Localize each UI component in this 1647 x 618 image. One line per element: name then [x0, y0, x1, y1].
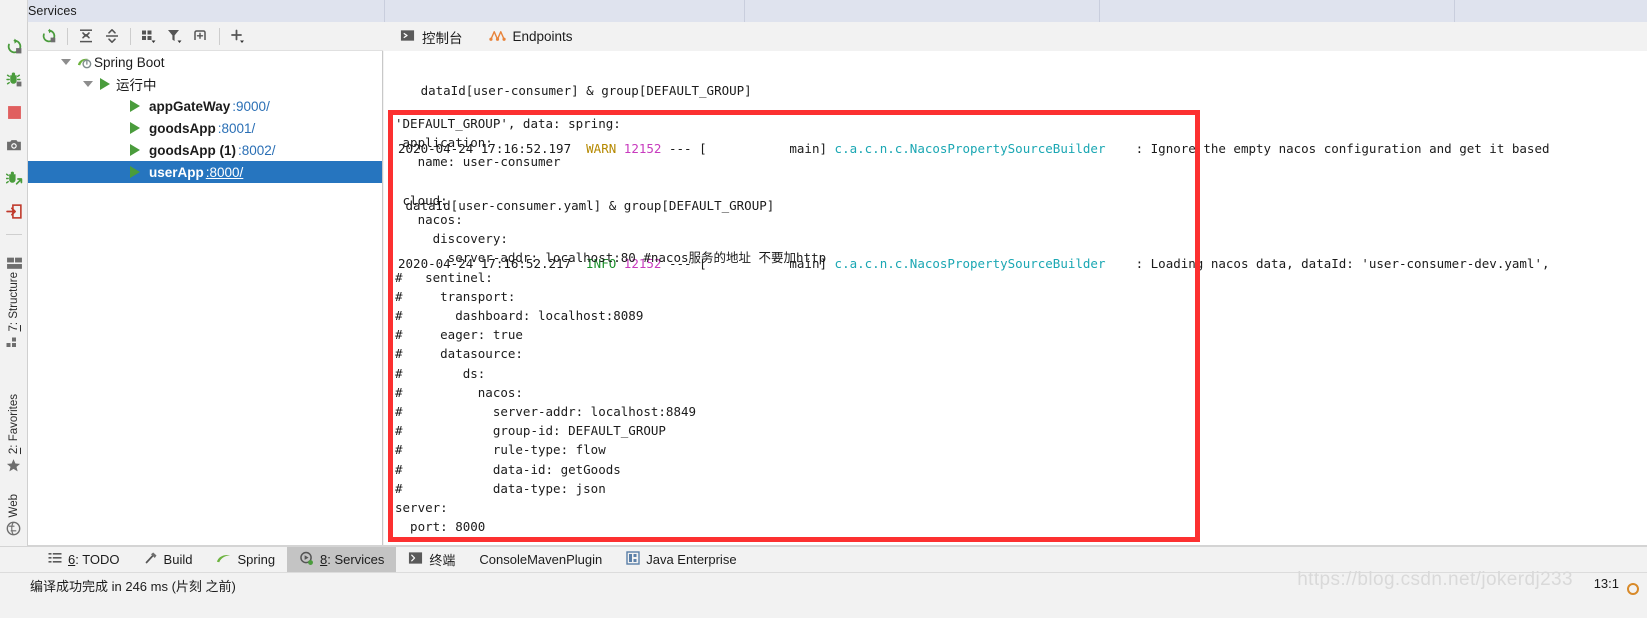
toolbar-separator-3	[219, 27, 220, 45]
camera-snapshot-icon[interactable]	[0, 129, 28, 162]
console-tab-strip: 控制台 Endpoints	[384, 22, 1647, 51]
debug-rerun-icon[interactable]	[0, 63, 28, 96]
tree-node-spring-boot-label: Spring Boot	[94, 54, 165, 70]
tab-spring-label: Spring	[237, 552, 276, 567]
notification-indicator-icon[interactable]	[1627, 583, 1639, 595]
toolbar-separator-2	[130, 27, 131, 45]
run-icon	[126, 100, 143, 112]
tree-node-running-group[interactable]: 运行中	[28, 73, 382, 95]
tab-services-label: 8: Services	[320, 552, 385, 567]
tab-spring[interactable]: Spring	[204, 547, 287, 572]
tab-endpoints[interactable]: Endpoints	[487, 26, 575, 48]
tab-java-enterprise-label: Java Enterprise	[646, 552, 737, 567]
service-name: goodsApp (1)	[149, 142, 236, 158]
run-icon	[126, 122, 143, 134]
filter-icon[interactable]	[162, 24, 188, 48]
run-icon	[126, 166, 143, 178]
tab-console-label: 控制台	[422, 30, 463, 46]
tool-window-header-strip: Services	[0, 0, 1647, 22]
chevron-down-icon[interactable]	[80, 73, 96, 95]
rerun-icon[interactable]	[0, 30, 28, 63]
collapse-all-icon[interactable]	[99, 24, 125, 48]
services-window-title: Services	[28, 4, 77, 18]
topstrip-cell-4	[1100, 0, 1455, 22]
sidebar-item-favorites-label: 2: Favorites	[8, 394, 20, 455]
build-hammer-icon	[144, 551, 158, 568]
chevron-down-icon[interactable]	[58, 51, 74, 73]
show-configurations-icon[interactable]	[188, 24, 214, 48]
jump-to-source-icon[interactable]	[0, 195, 28, 228]
star-icon	[6, 458, 22, 474]
ide-window: Services 7: Structure 2: Favorites Web S…	[0, 0, 1647, 618]
web-globe-icon	[6, 521, 22, 537]
tab-console-maven-plugin-label: ConsoleMavenPlugin	[479, 552, 603, 567]
service-name: userApp	[149, 164, 204, 180]
services-icon	[299, 551, 314, 569]
structure-icon	[6, 335, 22, 351]
group-by-icon[interactable]	[136, 24, 162, 48]
endpoints-icon	[488, 28, 506, 46]
run-icon	[126, 144, 143, 156]
tree-node-service-3[interactable]: userApp :8000/	[28, 161, 382, 183]
sidebar-item-web-label: Web	[8, 494, 20, 518]
tab-terminal-label: 终端	[429, 553, 456, 568]
topstrip-left-gutter	[0, 0, 28, 22]
tree-node-service-1[interactable]: goodsApp :8001/	[28, 117, 382, 139]
console-yaml-block: 'DEFAULT_GROUP', data: spring: applicati…	[395, 116, 827, 535]
status-message: 编译成功完成 in 246 ms (片刻 之前)	[30, 579, 236, 594]
services-tree[interactable]: Spring Boot 运行中 appGateWay :9000/ goodsA…	[28, 51, 383, 546]
sidebar-item-favorites[interactable]: 2: Favorites	[0, 392, 28, 477]
tab-todo[interactable]: 6: TODO	[36, 547, 132, 572]
console-icon	[400, 28, 415, 46]
icon-separator	[0, 234, 28, 248]
tab-build[interactable]: Build	[132, 547, 205, 572]
log-line: dataId[user-consumer] & group[DEFAULT_GR…	[398, 83, 752, 99]
services-toolbar	[28, 22, 383, 51]
sidebar-item-structure-label: 7: Structure	[8, 272, 20, 332]
left-tool-window-bar: 7: Structure 2: Favorites Web	[0, 22, 28, 618]
todo-icon	[48, 552, 62, 568]
service-port[interactable]: :8000/	[204, 165, 244, 180]
service-port[interactable]: :8001/	[216, 121, 256, 136]
services-window-tab[interactable]: Services	[0, 0, 385, 22]
rerun-icon[interactable]	[36, 24, 62, 48]
topstrip-cell-5	[1455, 0, 1647, 22]
stop-icon[interactable]	[0, 96, 28, 129]
services-run-controls	[0, 30, 28, 278]
watermark-text: https://blog.csdn.net/jokerdj233	[1297, 569, 1573, 590]
caret-position[interactable]: 13:1	[1594, 576, 1619, 591]
bottom-tool-window-bar: 6: TODO Build Spring 8: Services 终端 Cons…	[0, 546, 1647, 572]
tree-node-spring-boot[interactable]: Spring Boot	[28, 51, 382, 73]
run-icon	[96, 78, 113, 90]
topstrip-cell-3	[745, 0, 1100, 22]
tab-services[interactable]: 8: Services	[287, 547, 397, 572]
tree-node-service-0[interactable]: appGateWay :9000/	[28, 95, 382, 117]
service-port[interactable]: :8002/	[236, 143, 276, 158]
terminal-icon	[408, 551, 423, 568]
tab-console-maven-plugin[interactable]: ConsoleMavenPlugin	[467, 547, 614, 572]
tab-console[interactable]: 控制台	[398, 25, 465, 49]
tree-node-service-2[interactable]: goodsApp (1) :8002/	[28, 139, 382, 161]
sidebar-item-structure[interactable]: 7: Structure	[0, 270, 28, 354]
toolbar-separator-1	[67, 27, 68, 45]
java-enterprise-icon	[626, 551, 640, 568]
tree-node-running-label: 运行中	[116, 78, 157, 93]
attach-debugger-icon[interactable]	[0, 162, 28, 195]
service-name: goodsApp	[149, 120, 216, 136]
tab-java-enterprise[interactable]: Java Enterprise	[614, 547, 748, 572]
add-icon[interactable]	[225, 24, 251, 48]
tab-build-label: Build	[163, 552, 193, 567]
spring-boot-icon	[74, 54, 94, 71]
tab-endpoints-label: Endpoints	[512, 29, 573, 44]
topstrip-cell-2	[385, 0, 745, 22]
service-port[interactable]: :9000/	[230, 99, 270, 114]
service-name: appGateWay	[149, 98, 231, 114]
status-bar: 编译成功完成 in 246 ms (片刻 之前) https://blog.cs…	[0, 569, 1647, 618]
tab-todo-label: 6: TODO	[68, 552, 120, 567]
sidebar-item-web[interactable]: Web	[0, 492, 28, 540]
spring-leaf-icon	[216, 551, 231, 568]
expand-all-icon[interactable]	[73, 24, 99, 48]
tab-terminal[interactable]: 终端	[396, 547, 467, 572]
